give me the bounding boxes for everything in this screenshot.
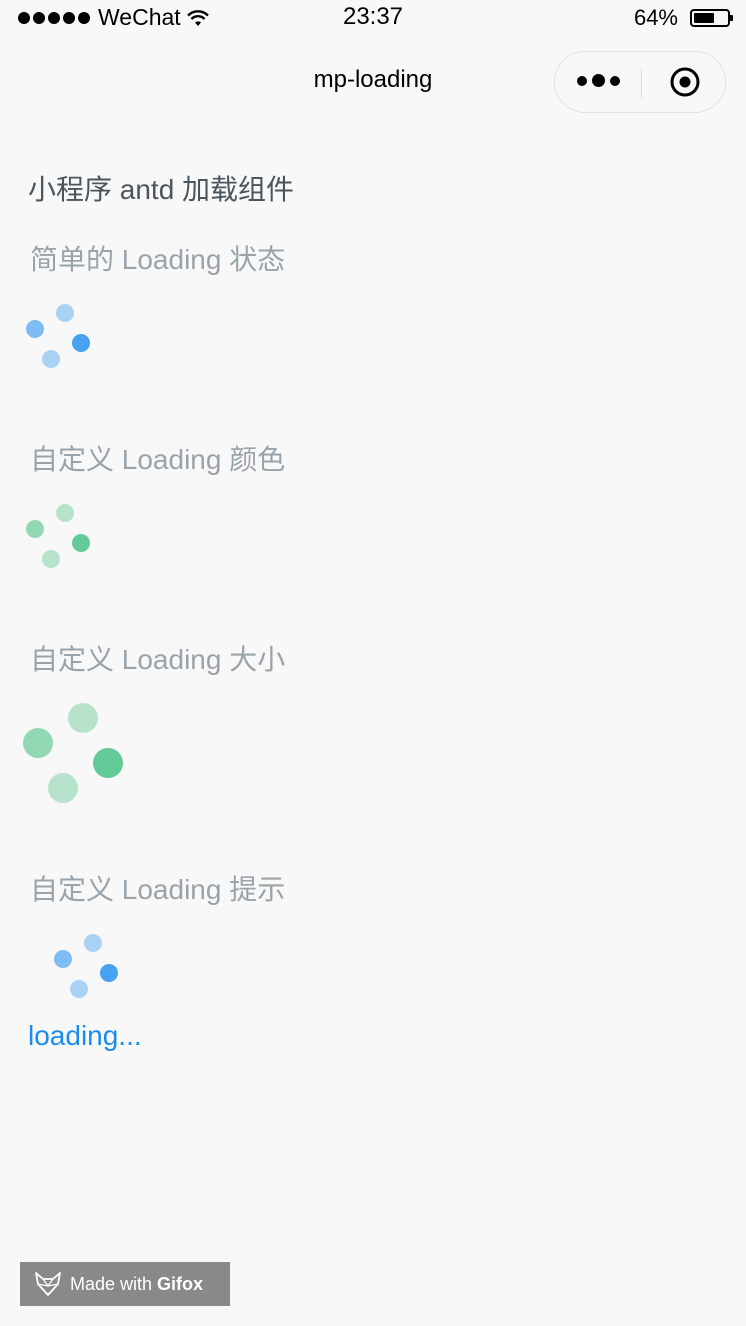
capsule-divider (641, 68, 642, 98)
spinner-dot-right (92, 748, 123, 779)
battery-icon (690, 9, 733, 27)
spinner-dot-right (100, 963, 119, 982)
spinner-dot-bottom (42, 550, 61, 569)
spinner-dot-top (55, 503, 74, 522)
loading-spinner-color (24, 502, 92, 570)
fox-logo-icon (35, 1272, 61, 1296)
more-icon[interactable] (577, 74, 620, 87)
close-miniprogram-icon[interactable] (669, 66, 701, 98)
status-bar: WeChat 23:37 64% (0, 0, 746, 40)
spinner-dot-left (23, 727, 54, 758)
spinner-dot-top (68, 703, 99, 734)
status-right: 64% (633, 5, 733, 31)
spinner-dot-left (25, 320, 44, 339)
loading-spinner-size (22, 702, 124, 804)
loading-spinner-simple (24, 302, 92, 370)
spinner-dot-bottom (42, 350, 61, 369)
menu-capsule (554, 51, 726, 113)
battery-percent: 64% (633, 5, 678, 30)
spinner-dot-bottom (70, 980, 89, 999)
spinner-dot-left (25, 520, 44, 539)
spinner-dot-bottom (47, 772, 78, 803)
section-title-simple: 简单的 Loading 状态 (30, 244, 286, 275)
section-title-tip: 自定义 Loading 提示 (30, 874, 286, 905)
watermark-prefix: Made with (70, 1273, 153, 1294)
spinner-dot-left (53, 950, 72, 969)
spinner-dot-top (55, 303, 74, 322)
spinner-dot-top (83, 933, 102, 952)
loading-tip-text: loading... (28, 1020, 142, 1051)
loading-spinner-tip (52, 932, 120, 1000)
spinner-dot-right (72, 333, 91, 352)
section-title-size: 自定义 Loading 大小 (30, 644, 286, 675)
watermark-brand: Gifox (157, 1273, 204, 1294)
page-heading: 小程序 antd 加载组件 (28, 174, 295, 205)
section-title-color: 自定义 Loading 颜色 (30, 444, 286, 475)
gifox-watermark: Made with Gifox (20, 1262, 230, 1306)
navigation-bar: mp-loading (0, 40, 746, 124)
spinner-dot-right (72, 533, 91, 552)
